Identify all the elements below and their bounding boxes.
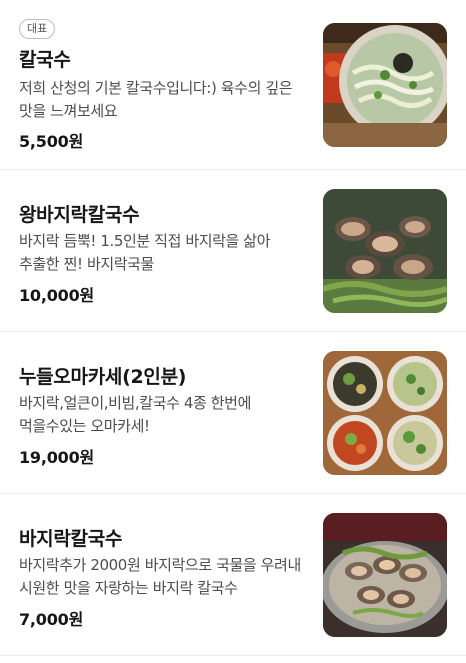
clam-noodle-pot-photo[interactable] xyxy=(323,513,447,637)
menu-item-price: 19,000원 xyxy=(19,448,95,467)
menu-item-kalguksu[interactable]: 대표 칼국수 저희 산청의 기본 칼국수입니다:) 육수의 깊은 맛을 느껴보세… xyxy=(0,8,466,170)
kalguksu-photo[interactable] xyxy=(323,23,447,147)
menu-item-price: 10,000원 xyxy=(19,286,95,305)
noodle-omakase-photo[interactable] xyxy=(323,351,447,475)
menu-list-divider xyxy=(0,656,466,663)
menu-item-description: 저희 산청의 기본 칼국수입니다:) 육수의 깊은 맛을 느껴보세요 xyxy=(19,79,293,120)
menu-item-name: 누들오마카세(2인분) xyxy=(19,366,187,388)
menu-item-description: 바지락,얼큰이,비빔,칼국수 4종 한번에 먹을수있는 오마카세! xyxy=(19,394,251,435)
menu-item-noodle-omakase[interactable]: 누들오마카세(2인분) 바지락,얼큰이,비빔,칼국수 4종 한번에 먹을수있는 … xyxy=(0,332,466,494)
menu-item-price: 5,500원 xyxy=(19,132,84,151)
clam-kalguksu-photo[interactable] xyxy=(323,189,447,313)
menu-item-wang-bajirak-kalguksu[interactable]: 왕바지락칼국수 바지락 듬뿍! 1.5인분 직접 바지락을 삶아 추출한 찐! … xyxy=(0,170,466,332)
menu-list: 대표 칼국수 저희 산청의 기본 칼국수입니다:) 육수의 깊은 맛을 느껴보세… xyxy=(0,0,466,663)
noodle-omakase-photo-image xyxy=(323,351,447,475)
clam-noodle-pot-photo-image xyxy=(323,513,447,637)
menu-item-description: 바지락 듬뿍! 1.5인분 직접 바지락을 삶아 추출한 찐! 바지락국물 xyxy=(19,232,271,273)
menu-item-name: 칼국수 xyxy=(19,49,71,71)
menu-item-description: 바지락추가 2000원 바지락으로 국물을 우려내 시원한 맛을 자랑하는 바지… xyxy=(19,556,301,597)
kalguksu-photo-image xyxy=(323,23,447,147)
menu-item-name: 바지락칼국수 xyxy=(19,528,123,550)
menu-item-name: 왕바지락칼국수 xyxy=(19,204,140,226)
menu-item-price: 7,000원 xyxy=(19,610,84,629)
signature-badge: 대표 xyxy=(19,19,56,39)
menu-item-bajirak-kalguksu[interactable]: 바지락칼국수 바지락추가 2000원 바지락으로 국물을 우려내 시원한 맛을 … xyxy=(0,494,466,656)
clam-kalguksu-photo-image xyxy=(323,189,447,313)
